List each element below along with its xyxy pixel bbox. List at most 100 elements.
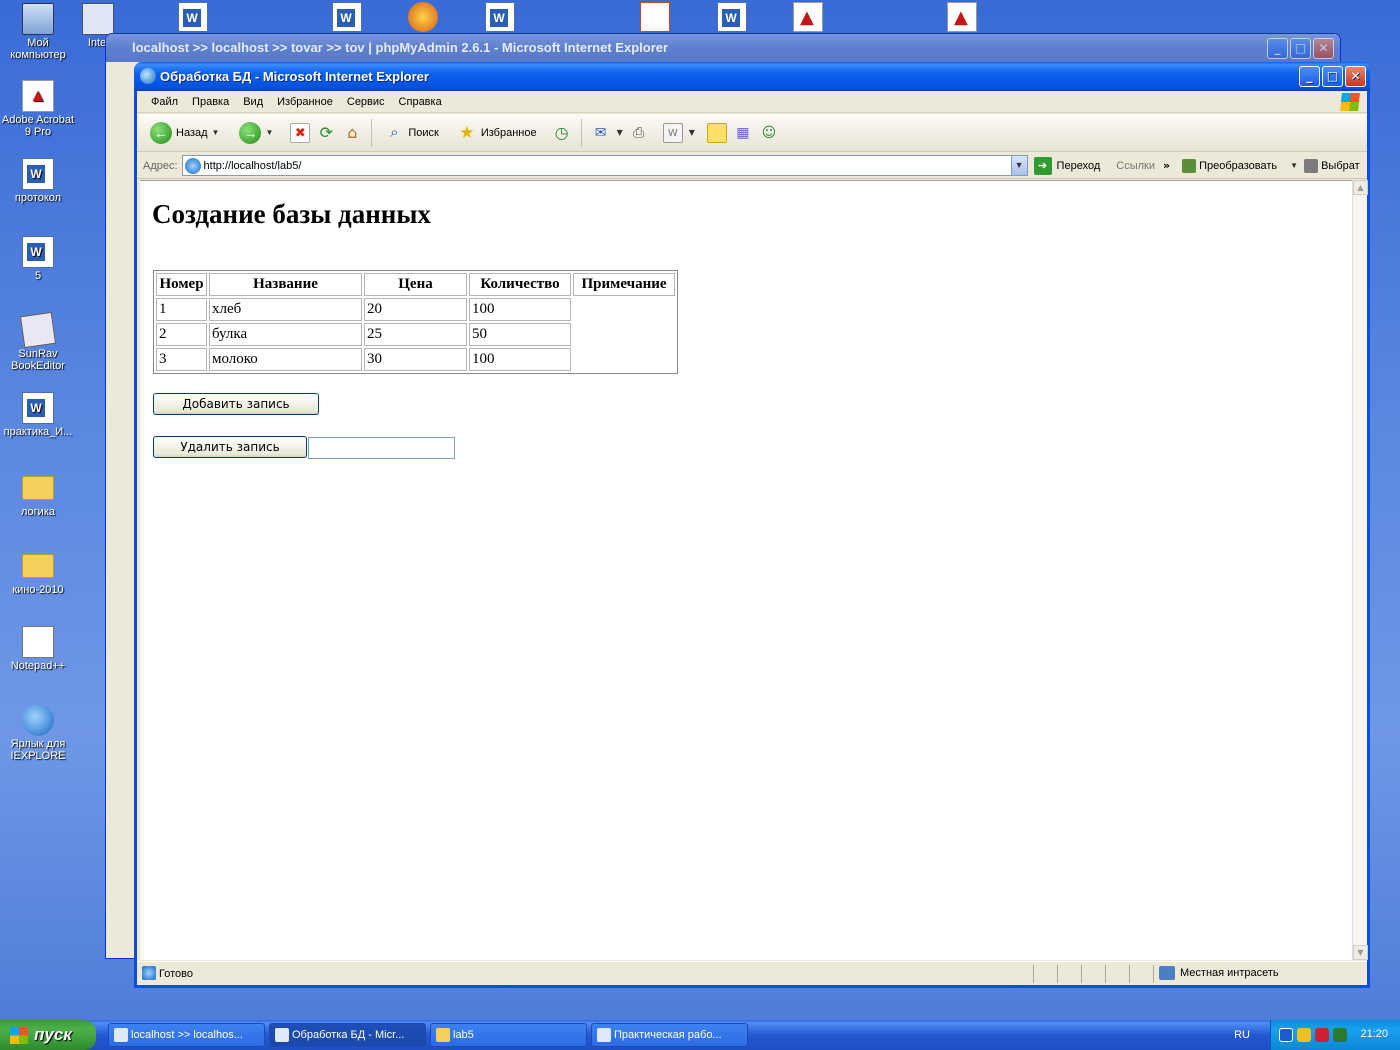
pdf-icon[interactable] xyxy=(947,2,977,32)
taskbar-item[interactable]: lab5 xyxy=(430,1023,587,1047)
acrobat-icon xyxy=(22,80,54,112)
back-button[interactable]: ← Назад ▼ xyxy=(147,121,222,144)
word-document-icon[interactable] xyxy=(178,2,208,32)
minimize-button[interactable]: _ xyxy=(1299,66,1320,87)
ie-icon xyxy=(114,1028,128,1042)
table-cell: булка xyxy=(209,323,362,346)
add-record-button[interactable]: Добавить запись xyxy=(153,393,319,415)
word-document-icon[interactable] xyxy=(717,2,747,32)
desktop-icon-5[interactable]: 5 xyxy=(0,236,76,282)
edit-dropdown-icon[interactable]: ▼ xyxy=(689,128,695,137)
tray-arrow-icon[interactable] xyxy=(1279,1028,1293,1042)
desktop-icon-iexplore[interactable]: Ярлык для IEXPLORE xyxy=(0,704,76,762)
back-dropdown-icon[interactable]: ▼ xyxy=(212,128,220,137)
table-cell: 2 xyxy=(156,323,207,346)
mail-icon[interactable]: ✉ xyxy=(591,123,611,143)
desktop-icon-kino[interactable]: кино-2010 xyxy=(0,548,76,596)
search-button[interactable]: ⌕ Поиск xyxy=(381,123,441,143)
powerpoint-icon[interactable] xyxy=(640,2,670,32)
desktop-icon-praktika[interactable]: практика_И... xyxy=(0,392,76,438)
address-url[interactable]: http://localhost/lab5/ xyxy=(204,160,302,172)
convert-button[interactable]: Преобразовать ▼ xyxy=(1182,158,1298,173)
links-label[interactable]: Ссылки xyxy=(1116,160,1155,172)
desktop-icon-notepadpp[interactable]: Notepad++ xyxy=(0,626,76,672)
messenger-icon[interactable]: ☺ xyxy=(759,123,779,143)
folder-icon xyxy=(22,554,54,578)
mail-dropdown-icon[interactable]: ▼ xyxy=(617,128,623,137)
desktop-icon-logika[interactable]: логика xyxy=(0,470,76,518)
table-cell: 1 xyxy=(156,298,207,321)
close-button[interactable]: ✕ xyxy=(1313,38,1334,59)
delete-record-input[interactable] xyxy=(308,437,455,459)
history-icon[interactable]: ◷ xyxy=(552,123,572,143)
favorites-button[interactable]: ★ Избранное xyxy=(454,123,540,143)
standard-toolbar: ← Назад ▼ → ▼ ✖ ⟳ ⌂ ⌕ Поиск ★ Избранное … xyxy=(137,114,1367,152)
forward-dropdown-icon[interactable]: ▼ xyxy=(265,128,273,137)
taskbar-item[interactable]: Практическая рабо... xyxy=(591,1023,748,1047)
convert-dropdown-icon[interactable]: ▼ xyxy=(1290,161,1298,170)
status-divider xyxy=(1057,965,1058,983)
chevron-icon[interactable]: » xyxy=(1163,159,1170,172)
search-icon: ⌕ xyxy=(390,123,399,141)
close-button[interactable]: ✕ xyxy=(1345,66,1366,87)
address-dropdown-icon[interactable]: ▼ xyxy=(1010,156,1027,175)
column-header: Название xyxy=(209,273,362,296)
language-indicator[interactable]: RU xyxy=(1234,1029,1250,1041)
maximize-button[interactable]: □ xyxy=(1322,66,1343,87)
scroll-down-icon[interactable]: ▼ xyxy=(1353,945,1368,960)
network-icon[interactable] xyxy=(1315,1028,1329,1042)
research-icon[interactable]: ▦ xyxy=(733,123,753,143)
taskbar-item[interactable]: localhost >> localhos... xyxy=(108,1023,265,1047)
status-divider xyxy=(1105,965,1106,983)
desktop-icon-protokol[interactable]: протокол xyxy=(0,158,76,204)
scroll-up-icon[interactable]: ▲ xyxy=(1353,180,1368,195)
menu-edit[interactable]: Правка xyxy=(186,96,237,108)
start-button[interactable]: пуск xyxy=(0,1020,96,1050)
table-cell: 3 xyxy=(156,348,207,371)
go-button[interactable]: ➔ Переход xyxy=(1033,156,1100,175)
edit-icon[interactable]: W xyxy=(662,122,683,143)
word-document-icon xyxy=(22,236,54,268)
clock[interactable]: 21:20 xyxy=(1360,1028,1388,1040)
desktop-icon-sunrav[interactable]: SunRav BookEditor xyxy=(0,311,76,372)
maximize-button[interactable]: □ xyxy=(1290,38,1311,59)
minimize-button[interactable]: _ xyxy=(1267,38,1288,59)
menu-tools[interactable]: Сервис xyxy=(341,96,393,108)
desktop-icon-my-computer[interactable]: Мой компьютер xyxy=(0,3,76,61)
desktop-icon-acrobat[interactable]: Adobe Acrobat 9 Pro xyxy=(0,80,76,138)
taskbar-item-active[interactable]: Обработка БД - Micr... xyxy=(269,1023,426,1047)
window-titlebar[interactable]: Обработка БД - Microsoft Internet Explor… xyxy=(134,62,1370,91)
table-cell: 100 xyxy=(469,298,571,321)
stop-icon[interactable]: ✖ xyxy=(290,122,311,143)
home-icon[interactable]: ⌂ xyxy=(342,123,362,143)
vertical-scrollbar[interactable]: ▲ ▼ xyxy=(1352,180,1368,960)
print-icon[interactable]: ⎙ xyxy=(629,123,649,143)
security-zone: Местная интрасеть xyxy=(1159,966,1279,980)
delete-record-button[interactable]: Удалить запись xyxy=(153,436,307,458)
table-cell: 30 xyxy=(364,348,467,371)
word-document-icon[interactable] xyxy=(332,2,362,32)
media-player-icon[interactable] xyxy=(408,2,438,32)
forward-button[interactable]: → ▼ xyxy=(236,121,276,144)
word-document-icon xyxy=(22,392,54,424)
table-cell: 100 xyxy=(469,348,571,371)
menu-view[interactable]: Вид xyxy=(237,96,271,108)
notes-icon[interactable] xyxy=(706,122,727,143)
address-label: Адрес: xyxy=(143,159,178,172)
refresh-icon[interactable]: ⟳ xyxy=(316,123,336,143)
antivirus-icon[interactable] xyxy=(1333,1028,1347,1042)
table-row: 1 хлеб 20 100 xyxy=(156,298,675,321)
ie-shortcut-icon xyxy=(82,3,114,35)
word-document-icon[interactable] xyxy=(485,2,515,32)
convert-icon xyxy=(1182,158,1197,173)
pdf-icon[interactable] xyxy=(793,2,823,32)
menu-help[interactable]: Справка xyxy=(393,96,450,108)
select-button[interactable]: Выбрат xyxy=(1304,158,1360,173)
security-shield-icon[interactable] xyxy=(1297,1028,1311,1042)
table-cell: 20 xyxy=(364,298,467,321)
menu-favorites[interactable]: Избранное xyxy=(271,96,341,108)
menu-file[interactable]: Файл xyxy=(145,96,186,108)
address-input[interactable]: http://localhost/lab5/ ▼ xyxy=(181,155,1028,176)
system-tray: 21:20 xyxy=(1270,1020,1400,1050)
background-window-title[interactable]: localhost >> localhost >> tovar >> tov |… xyxy=(106,34,1340,62)
